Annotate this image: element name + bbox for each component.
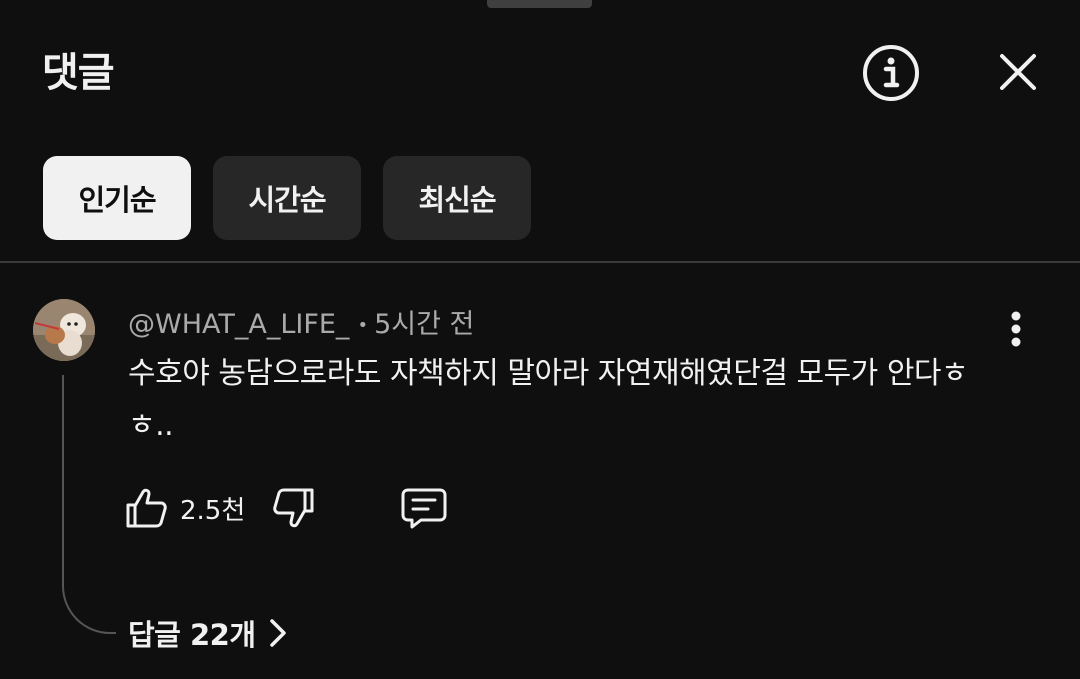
sort-chips: 인기순 시간순 최신순 — [43, 156, 531, 240]
comment-author[interactable]: @WHAT_A_LIFE_ — [128, 309, 349, 340]
drag-handle[interactable] — [487, 0, 592, 8]
avatar-image — [33, 299, 95, 361]
divider — [0, 261, 1080, 263]
replies-link[interactable]: 답글 22개 — [128, 612, 288, 654]
more-vert-icon — [1011, 311, 1021, 347]
thumbs-up-icon — [126, 488, 167, 528]
like-count: 2.5천 — [180, 495, 246, 526]
chip-newest[interactable]: 최신순 — [383, 156, 531, 240]
comment-text: 수호야 농담으로라도 자책하지 말아라 자연재해였단걸 모두가 안다ㅎㅎ.. — [128, 356, 969, 443]
reply-button[interactable] — [400, 484, 452, 532]
info-icon — [863, 45, 919, 101]
comment-icon — [401, 488, 447, 529]
like-button[interactable]: 2.5천 — [124, 484, 245, 532]
more-button[interactable] — [996, 306, 1036, 352]
chip-popular[interactable]: 인기순 — [43, 156, 191, 240]
comment-time: 5시간 전 — [374, 309, 475, 340]
close-icon — [1000, 54, 1036, 90]
chevron-right-icon — [269, 619, 286, 647]
close-button[interactable] — [990, 44, 1046, 100]
avatar[interactable] — [33, 299, 95, 361]
info-button[interactable] — [858, 40, 924, 106]
chip-time[interactable]: 시간순 — [213, 156, 361, 240]
replies-label: 답글 22개 — [128, 618, 256, 652]
page-title: 댓글 — [42, 50, 115, 96]
thumbs-down-icon — [273, 488, 314, 528]
meta-separator: • — [357, 315, 369, 336]
thread-line — [62, 375, 116, 634]
comment-meta: @WHAT_A_LIFE_ • 5시간 전 — [128, 302, 474, 341]
dislike-button[interactable] — [272, 484, 320, 532]
